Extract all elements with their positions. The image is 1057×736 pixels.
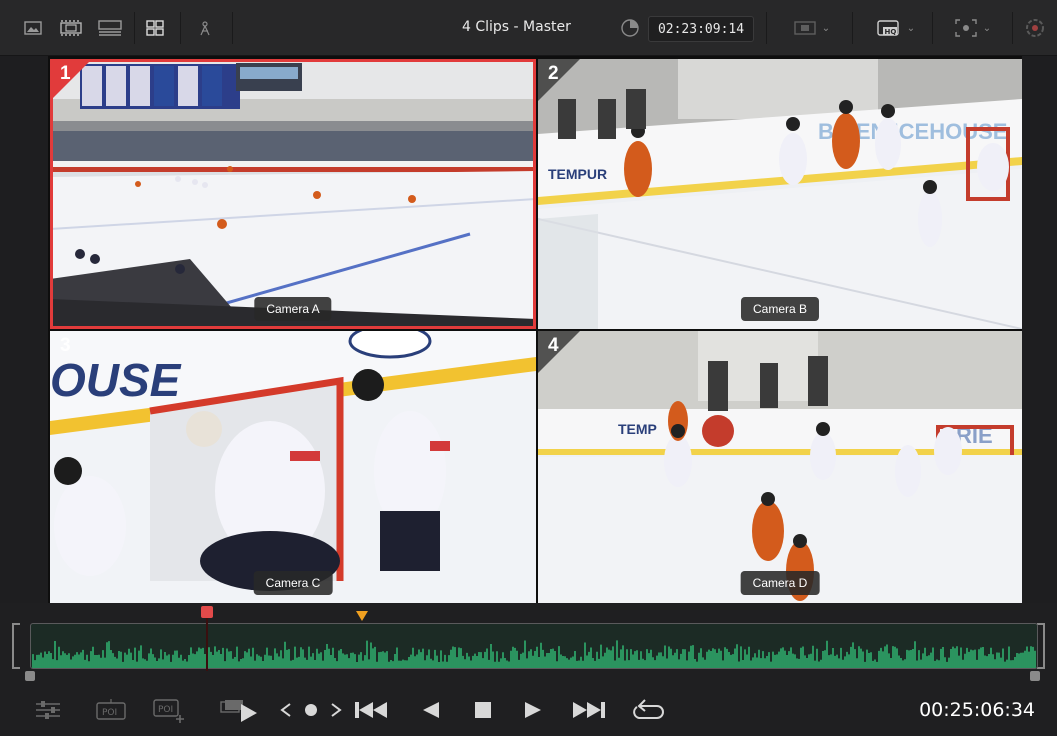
color-wheel-icon[interactable] <box>1022 14 1048 42</box>
clip-view-icon[interactable] <box>58 14 84 42</box>
stop-icon[interactable] <box>470 697 496 723</box>
playhead-handle[interactable] <box>201 606 213 618</box>
record-timecode: 00:25:06:34 <box>919 699 1035 721</box>
safe-area-icon <box>955 19 977 37</box>
skip-to-start-icon[interactable] <box>352 697 392 723</box>
chevron-down-icon: ⌄ <box>982 22 992 34</box>
play-icon[interactable] <box>520 697 546 723</box>
svg-text:HQ: HQ <box>884 28 896 36</box>
camera-angle-4[interactable]: TEMP RIE 4 Camera D <box>538 331 1022 603</box>
viewer-title: 4 Clips - Master <box>462 19 571 35</box>
playhead-line[interactable] <box>206 609 208 671</box>
waveform-graphic <box>32 640 1036 668</box>
multicam-viewer-app: 4 Clips - Master 02:23:09:14 ⌄ HQ ⌄ ⌄ 1 … <box>0 0 1057 736</box>
camera-label: Camera A <box>254 297 332 321</box>
hq-icon: HQ <box>877 20 899 36</box>
playback-quality-dropdown[interactable]: HQ ⌄ <box>866 14 926 42</box>
viewer-size-icon <box>794 21 816 35</box>
transport-controls: POI POI 00:25:06:34 <box>0 683 1057 736</box>
angle-number: 4 <box>548 335 559 356</box>
camera-d-frame: TEMP RIE <box>538 331 1022 603</box>
svg-text:OUSE: OUSE <box>50 354 182 406</box>
add-poi-icon[interactable]: POI <box>152 697 186 723</box>
angle-number: 3 <box>60 335 71 356</box>
camera-a-frame <box>50 59 536 329</box>
svg-text:TEMP: TEMP <box>618 421 657 437</box>
multiview-grid-icon[interactable] <box>142 14 168 42</box>
in-bracket[interactable] <box>12 623 20 669</box>
timeline-view-icon[interactable] <box>96 14 124 42</box>
play-reverse-icon[interactable] <box>418 697 444 723</box>
camera-angle-1[interactable]: 1 Camera A <box>50 59 536 329</box>
svg-text:POI: POI <box>158 705 173 715</box>
svg-text:TEMPUR: TEMPUR <box>548 166 607 182</box>
multicam-viewer: 1 Camera A TEMPUR BRIEN ICEHOUSE 2 Camer… <box>48 56 1022 603</box>
audio-waveform[interactable] <box>30 623 1038 669</box>
source-timecode[interactable]: 02:23:09:14 <box>648 16 754 42</box>
skip-to-end-icon[interactable] <box>568 697 608 723</box>
svg-text:POI: POI <box>102 708 117 718</box>
out-point-handle[interactable] <box>1030 671 1040 681</box>
camera-c-frame: OUSE <box>50 331 536 603</box>
timecode-clock-icon[interactable] <box>617 14 643 42</box>
camera-angle-3[interactable]: OUSE 3 Camera C <box>50 331 536 603</box>
camera-label: Camera C <box>253 571 333 595</box>
chevron-down-icon: ⌄ <box>821 22 831 34</box>
tile-corner-flag <box>538 59 580 101</box>
angle-number: 1 <box>60 63 71 84</box>
broadcast-icon[interactable] <box>192 14 218 42</box>
camera-label: Camera B <box>740 297 820 321</box>
camera-label: Camera D <box>740 571 820 595</box>
audio-mixer-icon[interactable] <box>34 697 62 723</box>
camera-angle-2[interactable]: TEMPUR BRIEN ICEHOUSE 2 Camera B <box>538 59 1022 329</box>
mini-timeline[interactable] <box>0 603 1057 683</box>
poi-icon[interactable]: POI <box>94 697 128 723</box>
safe-area-dropdown[interactable]: ⌄ <box>944 14 1002 42</box>
play-around-icon[interactable] <box>218 697 260 723</box>
image-view-icon[interactable] <box>20 14 46 42</box>
tile-corner-flag <box>538 331 580 373</box>
tile-corner-flag <box>50 59 92 101</box>
prev-next-edit-controls[interactable] <box>276 697 346 723</box>
camera-b-frame: TEMPUR BRIEN ICEHOUSE <box>538 59 1022 329</box>
top-toolbar: 4 Clips - Master 02:23:09:14 ⌄ HQ ⌄ ⌄ <box>0 0 1057 56</box>
out-bracket[interactable] <box>1037 623 1045 669</box>
chevron-down-icon: ⌄ <box>906 22 916 34</box>
viewer-size-dropdown[interactable]: ⌄ <box>782 14 842 42</box>
in-point-handle[interactable] <box>25 671 35 681</box>
timeline-marker[interactable] <box>356 611 368 621</box>
loop-icon[interactable] <box>630 697 666 723</box>
angle-number: 2 <box>548 63 559 84</box>
